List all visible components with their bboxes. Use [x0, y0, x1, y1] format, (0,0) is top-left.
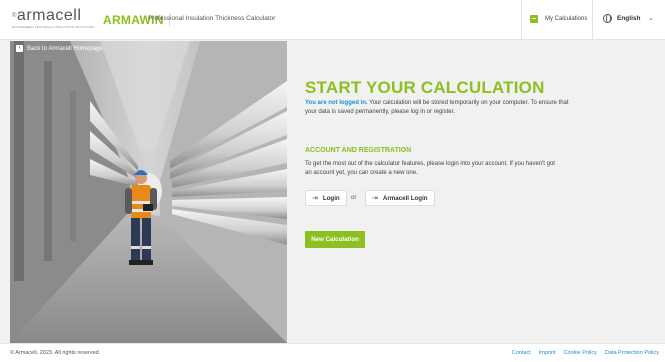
login-button[interactable]: ⇥ Login: [305, 190, 347, 206]
login-label: Login: [322, 194, 340, 202]
footer-link-contact[interactable]: Contact: [512, 350, 531, 356]
not-logged-in-text: You are not logged in.: [305, 100, 368, 106]
section-text: To get the most out of the calculator fe…: [305, 161, 555, 176]
login-icon: ⇥: [372, 195, 378, 202]
logo-tagline: ENGINEERED TECHNICAL INSULATION SOLUTION…: [12, 25, 95, 29]
header-divider: [592, 0, 593, 40]
login-icon: ⇥: [312, 195, 318, 202]
section-title: ACCOUNT AND REGISTRATION: [305, 147, 412, 154]
my-calculations-label: My Calculations: [545, 16, 588, 22]
calculator-icon: [530, 15, 538, 23]
login-notice: You are not logged in. Your calculation …: [305, 99, 575, 117]
hero-image: ‹ Back to Armacell Homepage: [10, 41, 287, 343]
footer-link-cookie-policy[interactable]: Cookie Policy: [564, 350, 597, 356]
app-subtitle: Professional Insulation Thickness Calcul…: [148, 15, 276, 22]
armacell-login-label: Armacell Login: [382, 194, 428, 202]
top-header: ®armacell ENGINEERED TECHNICAL INSULATIO…: [0, 0, 665, 40]
language-selector[interactable]: English ⌄: [603, 14, 654, 23]
new-calculation-button[interactable]: New Calculation: [305, 231, 365, 248]
chevron-down-icon: ⌄: [648, 16, 654, 22]
footer-link-imprint[interactable]: Imprint: [539, 350, 556, 356]
footer-links: Contact Imprint Cookie Policy Data Prote…: [512, 350, 659, 356]
page-title: START YOUR CALCULATION: [305, 78, 545, 97]
back-to-homepage-button[interactable]: ‹ Back to Armacell Homepage: [16, 45, 103, 52]
logo-text: armacell: [16, 7, 82, 24]
or-label: or: [351, 195, 357, 201]
footer-link-data-protection[interactable]: Data Protection Policy: [605, 350, 659, 356]
language-label: English: [617, 15, 641, 22]
back-label: Back to Armacell Homepage: [27, 45, 103, 52]
header-divider: [521, 0, 522, 40]
chevron-left-icon: ‹: [16, 45, 23, 52]
globe-icon: [603, 14, 612, 23]
footer: © Armacell, 2023. All rights reserved. C…: [0, 343, 665, 362]
armacell-login-button[interactable]: ⇥ Armacell Login: [365, 190, 435, 206]
copyright: © Armacell, 2023. All rights reserved.: [10, 350, 101, 356]
tunnel-worker-illustration: [10, 41, 287, 343]
my-calculations-button[interactable]: My Calculations: [530, 15, 587, 23]
armacell-logo[interactable]: ®armacell ENGINEERED TECHNICAL INSULATIO…: [12, 8, 95, 32]
